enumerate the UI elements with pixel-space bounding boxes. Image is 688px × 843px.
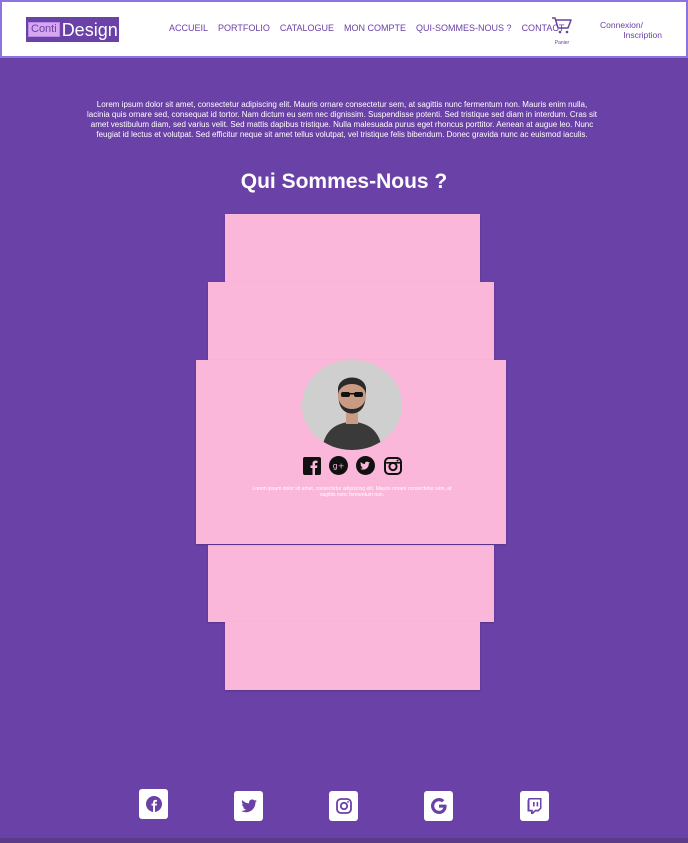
cart-button[interactable]: Panier <box>550 16 574 46</box>
cart-label: Panier <box>554 40 570 46</box>
instagram-icon <box>335 798 352 814</box>
google-plus-icon[interactable]: g+ <box>329 456 348 475</box>
google-icon <box>430 798 447 814</box>
profile-bio: Lorem ipsum dolor sit amet, consectetur … <box>252 486 452 498</box>
logo-text-design: Design <box>61 19 118 40</box>
cart-icon <box>552 17 572 34</box>
footer-google-button[interactable] <box>424 791 453 821</box>
nav-portfolio[interactable]: PORTFOLIO <box>218 23 270 33</box>
team-card-top[interactable] <box>225 214 480 282</box>
auth-links: Connexion/ Inscription <box>600 20 664 40</box>
login-link[interactable]: Connexion/ <box>600 20 664 30</box>
team-card-bottom[interactable] <box>225 622 480 690</box>
team-card-featured[interactable]: g+ Lorem ipsum dolor sit amet, consectet… <box>196 360 506 544</box>
logo-text-conti: Conti <box>28 22 60 37</box>
intro-paragraph: Lorem ipsum dolor sit amet, consectetur … <box>86 100 598 139</box>
nav-mon-compte[interactable]: MON COMPTE <box>344 23 406 33</box>
page-title: Qui Sommes-Nous ? <box>240 170 448 193</box>
footer-facebook-button[interactable] <box>139 789 168 819</box>
site-header: Conti Design ACCUEIL PORTFOLIO CATALOGUE… <box>0 0 688 58</box>
footer-twitter-button[interactable] <box>234 791 263 821</box>
svg-text:g+: g+ <box>333 462 345 471</box>
facebook-icon[interactable] <box>302 456 321 475</box>
instagram-icon[interactable] <box>383 456 402 475</box>
facebook-icon <box>145 796 162 812</box>
nav-catalogue[interactable]: CATALOGUE <box>280 23 334 33</box>
twitch-icon <box>527 798 542 814</box>
team-card-upper[interactable] <box>208 282 494 360</box>
brand-logo[interactable]: Conti Design <box>26 17 119 42</box>
avatar <box>302 360 402 450</box>
register-link[interactable]: Inscription <box>600 30 664 40</box>
twitter-icon[interactable] <box>356 456 375 475</box>
main-nav: ACCUEIL PORTFOLIO CATALOGUE MON COMPTE Q… <box>169 23 574 33</box>
footer-instagram-button[interactable] <box>329 791 358 821</box>
profile-photo <box>302 360 402 450</box>
profile-socials: g+ <box>302 456 402 475</box>
team-card-lower[interactable] <box>208 545 494 622</box>
nav-accueil[interactable]: ACCUEIL <box>169 23 208 33</box>
footer-twitch-button[interactable] <box>520 791 549 821</box>
twitter-icon <box>240 799 257 813</box>
nav-qui-sommes-nous[interactable]: QUI-SOMMES-NOUS ? <box>416 23 512 33</box>
page-bottom-edge <box>0 838 688 843</box>
